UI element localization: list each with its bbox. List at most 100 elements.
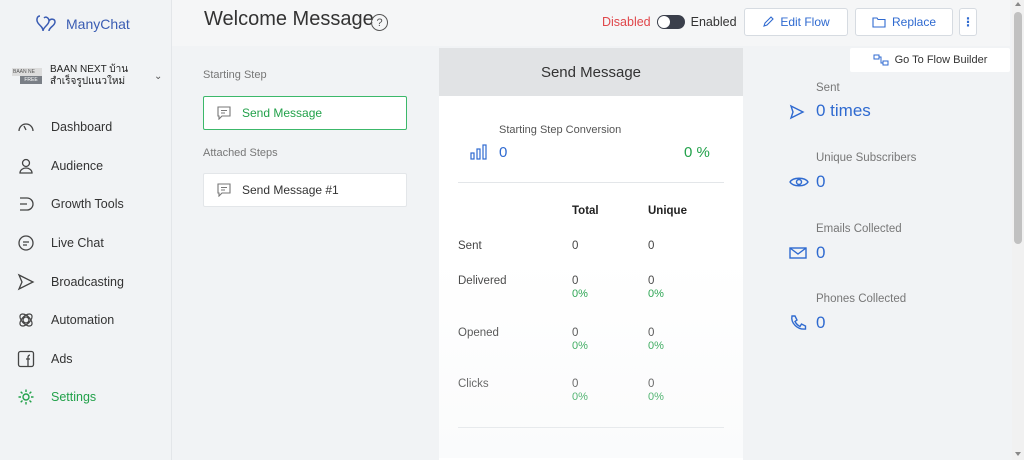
sidebar-item-ads[interactable]: Ads (0, 340, 172, 379)
sidebar-item-label: Dashboard (51, 120, 113, 135)
attached-steps-label: Attached Steps (203, 147, 278, 159)
value: 0 (648, 240, 655, 252)
row-label-delivered: Delivered (458, 275, 507, 287)
sidebar-nav: Dashboard Audience Growth Tools Live Cha… (0, 108, 172, 417)
percent: 0% (572, 340, 588, 352)
sidebar: ManyChat BAAN NE FREE BAAN NEXT บ้าน สำเ… (0, 0, 172, 460)
pencil-icon (763, 16, 775, 27)
starting-step-card[interactable]: Send Message (203, 96, 407, 130)
phone-icon (789, 314, 807, 332)
sidebar-item-broadcasting[interactable]: Broadcasting (0, 262, 172, 301)
sidebar-item-live-chat[interactable]: Live Chat (0, 224, 172, 263)
value: 0 (572, 275, 579, 287)
clicks-total: 0 0% (572, 378, 588, 403)
chat-icon (16, 233, 36, 253)
account-switcher[interactable]: BAAN NE FREE BAAN NEXT บ้าน สำเร็จรูปแนว… (12, 56, 168, 96)
gear-icon (16, 387, 36, 407)
percent: 0% (572, 391, 588, 403)
divider (458, 182, 724, 183)
sent-total: 0 (572, 240, 578, 252)
more-icon: ⋮ (962, 15, 974, 29)
chevron-down-icon: ⌄ (154, 70, 163, 82)
value: 0 (648, 327, 655, 339)
account-plan-badge: FREE (20, 76, 42, 84)
manychat-logo[interactable]: ManyChat (34, 12, 130, 36)
facebook-icon (16, 349, 36, 369)
row-label-clicks: Clicks (458, 378, 489, 390)
sent-stat-value: 0 times (816, 101, 871, 120)
sidebar-item-automation[interactable]: Automation (0, 301, 172, 340)
unique-subscribers-value: 0 (816, 172, 826, 191)
gauge-icon (16, 117, 36, 137)
sidebar-item-label: Settings (51, 390, 97, 405)
unique-subscribers-label: Unique Subscribers (816, 152, 917, 164)
emails-collected-value: 0 (816, 243, 826, 262)
sidebar-item-label: Audience (51, 158, 104, 173)
sent-unique: 0 (648, 240, 654, 252)
sidebar-item-label: Ads (51, 351, 73, 366)
phones-collected-label: Phones Collected (816, 293, 907, 305)
replace-button[interactable]: Replace (855, 8, 953, 36)
conversion-percent: 0 % (684, 144, 710, 161)
sidebar-item-growth-tools[interactable]: Growth Tools (0, 185, 172, 224)
scroll-up-arrow[interactable] (1015, 2, 1021, 6)
value: 0 (572, 240, 579, 252)
flow-icon (873, 54, 889, 66)
delivered-unique: 0 0% (648, 275, 664, 300)
scrollbar[interactable] (1012, 0, 1024, 460)
account-avatar: BAAN NE FREE (12, 66, 42, 86)
sent-stat-label: Sent (816, 82, 840, 94)
automation-icon (16, 310, 36, 330)
replace-label: Replace (891, 15, 937, 29)
starting-step-name: Send Message (242, 106, 323, 120)
value: 0 (648, 378, 655, 390)
opened-unique: 0 0% (648, 327, 664, 352)
go-to-flow-builder-button[interactable]: Go To Flow Builder (850, 48, 1010, 72)
percent: 0% (648, 391, 664, 403)
percent: 0% (648, 288, 664, 300)
help-icon[interactable]: ? (371, 14, 388, 31)
page-title: Welcome Message (204, 8, 374, 30)
enable-toggle[interactable] (656, 15, 685, 29)
folder-icon (872, 17, 886, 28)
sidebar-item-label: Growth Tools (51, 197, 124, 212)
scroll-down-arrow[interactable] (1015, 452, 1021, 456)
account-badge-text: BAAN NE (12, 68, 42, 76)
row-label-opened: Opened (458, 327, 499, 339)
send-icon (16, 272, 36, 292)
scroll-thumb[interactable] (1014, 12, 1022, 244)
edit-flow-button[interactable]: Edit Flow (744, 8, 848, 36)
eye-icon (789, 175, 809, 189)
message-icon (216, 183, 232, 197)
starting-step-label: Starting Step (203, 69, 267, 81)
sidebar-item-settings[interactable]: Settings (0, 378, 172, 417)
value: 0 (572, 327, 579, 339)
clicks-unique: 0 0% (648, 378, 664, 403)
growth-icon (16, 194, 36, 214)
percent: 0% (648, 340, 664, 352)
toggle-enabled-label: Enabled (690, 15, 737, 29)
app-name: ManyChat (66, 16, 130, 32)
mail-icon (789, 247, 807, 259)
column-unique: Unique (648, 205, 687, 217)
row-label-sent: Sent (458, 240, 482, 252)
manychat-logo-icon (36, 15, 56, 32)
toggle-knob (657, 16, 670, 28)
more-options-button[interactable]: ⋮ (959, 8, 977, 36)
sidebar-item-audience[interactable]: Audience (0, 147, 172, 186)
percent: 0% (572, 288, 588, 300)
status-toggle-group: Disabled Enabled (602, 15, 737, 29)
message-icon (216, 106, 232, 120)
scroll-fade (439, 258, 743, 458)
opened-total: 0 0% (572, 327, 588, 352)
send-icon (789, 104, 805, 120)
sidebar-item-label: Live Chat (51, 236, 104, 251)
sidebar-item-dashboard[interactable]: Dashboard (0, 108, 172, 147)
account-name: BAAN NEXT บ้าน สำเร็จรูปแนวใหม่ (50, 64, 129, 87)
delivered-total: 0 0% (572, 275, 588, 300)
attached-step-card[interactable]: Send Message #1 (203, 173, 407, 207)
flow-builder-label: Go To Flow Builder (894, 54, 988, 66)
sidebar-item-label: Automation (51, 313, 115, 328)
sidebar-item-label: Broadcasting (51, 274, 124, 289)
page-header: Welcome Message ? Disabled Enabled Edit … (172, 0, 1010, 46)
